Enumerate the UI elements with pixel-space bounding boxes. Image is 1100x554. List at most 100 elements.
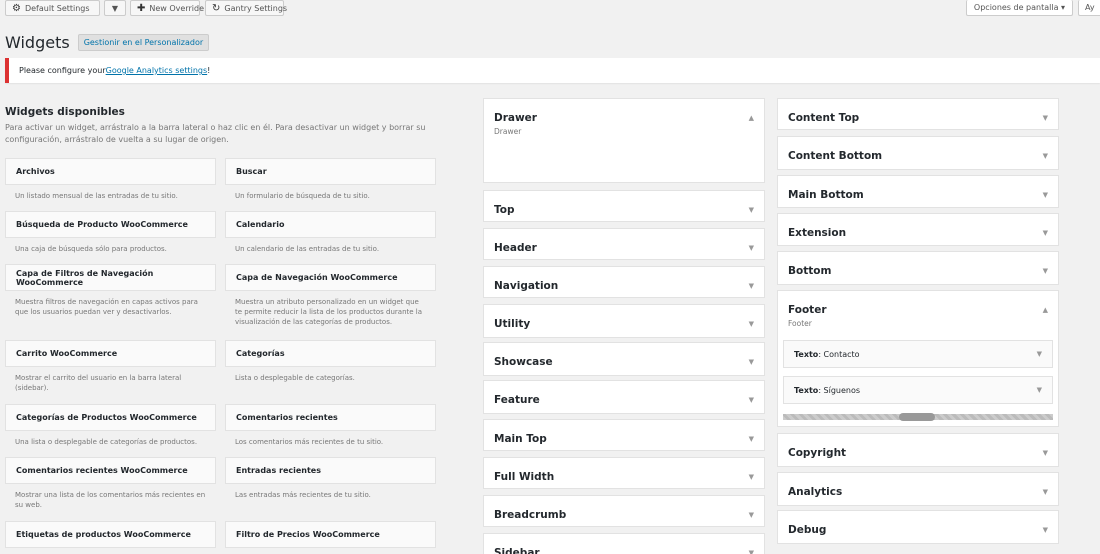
widget-title[interactable]: Etiquetas de productos WooCommerce <box>5 521 216 548</box>
customize-button[interactable]: Gestionir en el Personalizador <box>77 34 210 51</box>
widget-description: Mostrar el carrito del usuario en la bar… <box>15 374 182 392</box>
collapse-arrow-icon[interactable]: ▲ <box>749 114 754 122</box>
sidebar-area: Analytics ▼ <box>777 472 1059 506</box>
expand-arrow-icon[interactable]: ▼ <box>1043 229 1048 237</box>
expand-arrow-icon[interactable]: ▼ <box>1043 488 1048 496</box>
default-settings-label: Default Settings <box>24 3 90 13</box>
sidebar-widget[interactable]: Texto: Síguenos ▼ <box>783 376 1053 404</box>
expand-arrow-icon[interactable]: ▼ <box>749 473 754 481</box>
widget-title[interactable]: Filtro de Precios WooCommerce <box>225 521 436 548</box>
expand-arrow-icon[interactable]: ▼ <box>749 511 754 519</box>
sidebar-header[interactable]: Main Bottom ▼ <box>778 176 1058 213</box>
expand-arrow-icon[interactable]: ▼ <box>1037 350 1042 358</box>
widget-item: Carrito WooCommerce Mostrar el carrito de… <box>5 340 216 393</box>
caret-down-icon: ▼ <box>111 3 119 13</box>
expand-arrow-icon[interactable]: ▼ <box>749 435 754 443</box>
sidebar-title: Content Bottom <box>788 149 883 162</box>
widget-description: Muestra un atributo personalizado en un … <box>235 298 423 326</box>
sidebar-header[interactable]: Debug ▼ <box>778 511 1058 548</box>
gantry-settings-button[interactable]: ↻ Gantry Settings <box>205 0 287 16</box>
sidebar-description: Footer <box>788 319 812 328</box>
expand-arrow-icon[interactable]: ▼ <box>1043 449 1048 457</box>
widget-title[interactable]: Buscar <box>225 158 436 185</box>
widget-title[interactable]: Carrito WooCommerce <box>5 340 216 367</box>
collapse-arrow-icon[interactable]: ▲ <box>1043 306 1048 314</box>
sidebar-header[interactable]: Header ▼ <box>484 229 764 266</box>
expand-arrow-icon[interactable]: ▼ <box>1037 386 1042 394</box>
expand-arrow-icon[interactable]: ▼ <box>1043 114 1048 122</box>
widget-title[interactable]: Capa de Filtros de Navegación WooCommerc… <box>5 264 216 291</box>
widget-title[interactable]: Búsqueda de Producto WooCommerce <box>5 211 216 238</box>
expand-arrow-icon[interactable]: ▼ <box>749 358 754 366</box>
sidebar-description: Drawer <box>494 127 522 136</box>
settings-dropdown-toggle[interactable]: ▼ <box>104 0 126 16</box>
widget-title[interactable]: Capa de Navegación WooCommerce <box>225 264 436 291</box>
sidebar-title: Main Bottom <box>788 188 864 201</box>
widget-title[interactable]: Categorías <box>225 340 436 367</box>
expand-arrow-icon[interactable]: ▼ <box>749 206 754 214</box>
sidebar-area: Full Width ▼ <box>483 457 765 489</box>
new-override-label: New Override <box>149 3 204 13</box>
sidebar-header[interactable]: Feature ▼ <box>484 381 764 418</box>
widget-title[interactable]: Categorías de Productos WooCommerce <box>5 404 216 431</box>
widget-description: Un formulario de búsqueda de tu sitio. <box>235 192 370 200</box>
sidebar-title: Footer <box>788 303 827 316</box>
widget-description: Una lista o desplegable de categorías de… <box>15 438 198 446</box>
analytics-settings-link[interactable]: Google Analytics settings <box>106 66 208 75</box>
widget-item: Entradas recientes Las entradas más recie… <box>225 457 436 500</box>
available-widgets-title: Widgets disponibles <box>5 106 125 118</box>
sidebar-header[interactable]: Navigation ▼ <box>484 267 764 304</box>
sidebar-header[interactable]: Sidebar ▼ <box>484 534 764 554</box>
sidebar-title: Extension <box>788 226 847 239</box>
sidebar-header[interactable]: Extension ▼ <box>778 214 1058 251</box>
widget-title[interactable]: Archivos <box>5 158 216 185</box>
default-settings-button[interactable]: ⚙ Default Settings <box>5 0 100 16</box>
sidebar-header[interactable]: Showcase ▼ <box>484 343 764 380</box>
widget-item: Filtro de Precios WooCommerce <box>225 521 436 548</box>
expand-arrow-icon[interactable]: ▼ <box>749 320 754 328</box>
sidebar-header[interactable]: Breadcrumb ▼ <box>484 496 764 533</box>
sidebar-widget[interactable]: Texto: Contacto ▼ <box>783 340 1053 368</box>
expand-arrow-icon[interactable]: ▼ <box>749 396 754 404</box>
expand-arrow-icon[interactable]: ▼ <box>1043 526 1048 534</box>
widget-description: Una caja de búsqueda sólo para productos… <box>15 245 167 253</box>
sidebar-title: Content Top <box>788 111 860 124</box>
widget-item: Archivos Un listado mensual de las entrad… <box>5 158 216 201</box>
sidebar-header[interactable]: Copyright ▼ <box>778 434 1058 471</box>
screen-options-button[interactable]: Opciones de pantalla ▾ <box>966 0 1073 16</box>
sidebar-area: Content Bottom ▼ <box>777 136 1059 170</box>
sidebar-title: Feature <box>494 393 540 406</box>
sidebar-widget-label: Texto: Síguenos <box>794 386 860 395</box>
expand-arrow-icon[interactable]: ▼ <box>1043 267 1048 275</box>
widget-title[interactable]: Entradas recientes <box>225 457 436 484</box>
new-override-button[interactable]: ✚ New Override <box>130 0 204 16</box>
sidebar-area: Copyright ▼ <box>777 433 1059 467</box>
expand-arrow-icon[interactable]: ▼ <box>1043 191 1048 199</box>
sidebar-title: Header <box>494 241 537 254</box>
expand-arrow-icon[interactable]: ▼ <box>1043 152 1048 160</box>
sidebar-title: Bottom <box>788 264 832 277</box>
sidebar-header[interactable]: Utility ▼ <box>484 305 764 342</box>
sidebar-header[interactable]: Analytics ▼ <box>778 473 1058 510</box>
drag-handle[interactable] <box>899 413 935 421</box>
expand-arrow-icon[interactable]: ▼ <box>749 549 754 554</box>
expand-arrow-icon[interactable]: ▼ <box>749 244 754 252</box>
sidebar-header[interactable]: Top ▼ <box>484 191 764 228</box>
sidebar-header[interactable]: Content Bottom ▼ <box>778 137 1058 174</box>
help-button[interactable]: Ay <box>1078 0 1100 16</box>
sidebar-header[interactable]: Main Top ▼ <box>484 420 764 457</box>
sidebar-area: Sidebar ▼ <box>483 533 765 554</box>
sidebar-title: Full Width <box>494 470 555 483</box>
sidebar-header[interactable]: Bottom ▼ <box>778 252 1058 289</box>
widget-title[interactable]: Comentarios recientes <box>225 404 436 431</box>
sidebar-area: Bottom ▼ <box>777 251 1059 285</box>
sidebar-header[interactable]: Full Width ▼ <box>484 458 764 495</box>
widget-item: Calendario Un calendario de las entradas … <box>225 211 436 254</box>
expand-arrow-icon[interactable]: ▼ <box>749 282 754 290</box>
widget-title[interactable]: Comentarios recientes WooCommerce <box>5 457 216 484</box>
sidebar-area: Feature ▼ <box>483 380 765 414</box>
screen-options-label: Opciones de pantalla ▾ <box>973 3 1066 12</box>
available-widgets-header: Widgets disponibles Para activar un widg… <box>5 106 437 146</box>
widget-title[interactable]: Calendario <box>225 211 436 238</box>
sidebar-header[interactable]: Content Top ▼ <box>778 99 1058 136</box>
